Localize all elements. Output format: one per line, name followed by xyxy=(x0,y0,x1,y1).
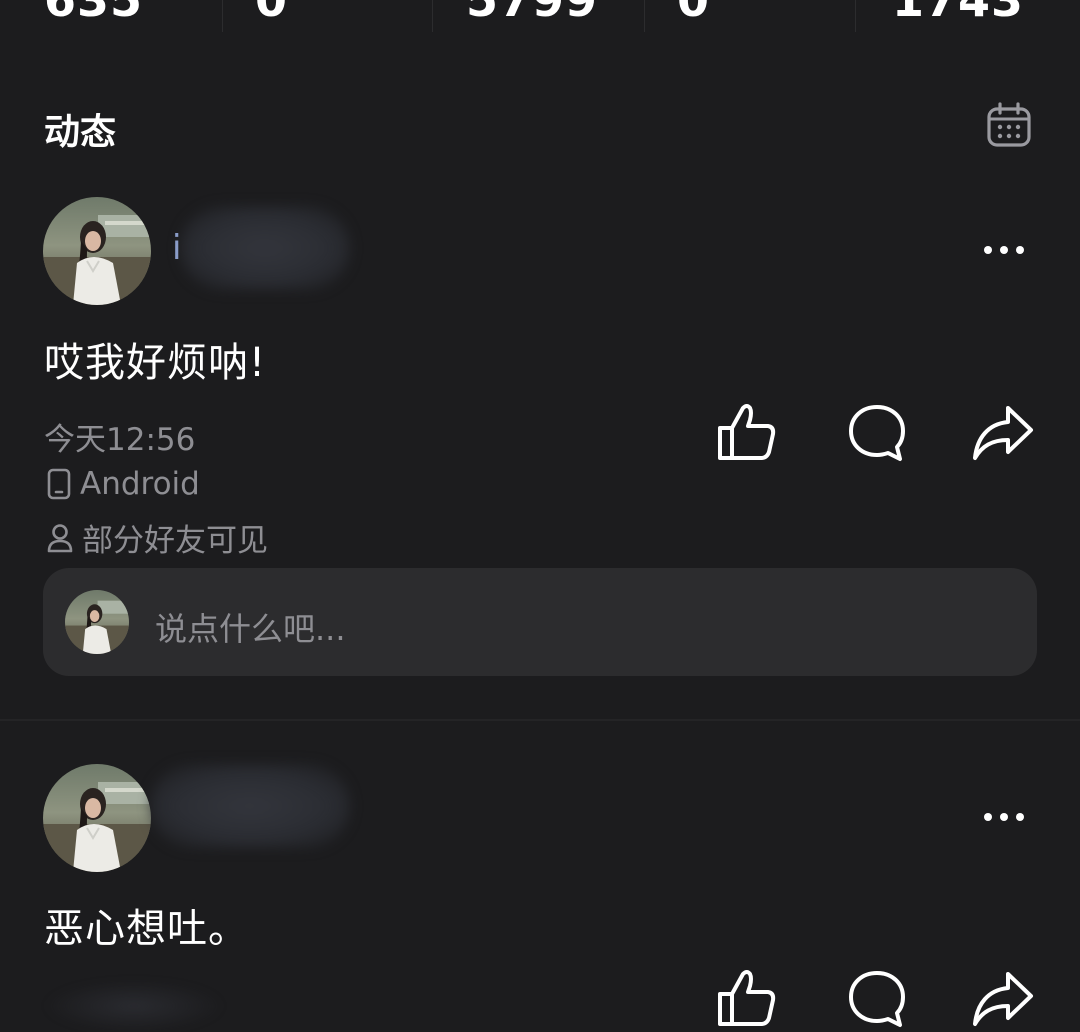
stat-value[interactable]: 0 xyxy=(677,0,710,28)
post-time-label: 今天12:56 xyxy=(44,422,196,458)
username-blurred[interactable] xyxy=(180,206,350,290)
post-device-label: Android xyxy=(80,466,200,502)
post-time: 今天12:56 xyxy=(44,414,195,459)
share-arrow-icon[interactable] xyxy=(972,402,1034,464)
comment-input[interactable]: 说点什么吧... xyxy=(43,568,1037,676)
stat-value[interactable]: 5799 xyxy=(466,0,598,28)
avatar-photo xyxy=(65,590,129,654)
person-icon xyxy=(47,523,73,552)
stat-value[interactable]: 0 xyxy=(255,0,288,28)
post-visibility-label: 部分好友可见 xyxy=(82,523,268,559)
stat-divider xyxy=(644,0,645,32)
profile-feed-screen: 635 0 5799 0 1743 动态 i 哎我好烦呐! 今天12:56 An… xyxy=(0,0,1080,1032)
thumbs-up-icon[interactable] xyxy=(716,968,778,1030)
username-initial: i xyxy=(172,228,182,268)
avatar[interactable] xyxy=(43,764,151,872)
username-blurred[interactable] xyxy=(150,764,350,848)
more-icon[interactable] xyxy=(982,244,1026,256)
stat-divider xyxy=(432,0,433,32)
phone-icon xyxy=(47,468,71,500)
post-time-blurred xyxy=(44,980,224,1032)
thumbs-up-icon[interactable] xyxy=(716,402,778,464)
avatar-photo xyxy=(43,764,151,872)
post-text: 恶心想吐。 xyxy=(44,906,249,952)
comment-bubble-icon[interactable] xyxy=(846,402,908,464)
share-arrow-icon[interactable] xyxy=(972,968,1034,1030)
post-divider xyxy=(0,719,1080,721)
avatar-small xyxy=(65,590,129,654)
stat-divider xyxy=(222,0,223,32)
stats-row: 635 0 5799 0 1743 xyxy=(0,0,1080,42)
stat-value[interactable]: 635 xyxy=(44,0,143,28)
post-device: Android xyxy=(46,466,200,502)
calendar-icon[interactable] xyxy=(986,102,1032,148)
avatar-photo xyxy=(43,197,151,305)
more-icon[interactable] xyxy=(982,811,1026,823)
stat-divider xyxy=(855,0,856,32)
section-title: 动态 xyxy=(44,112,117,153)
post-visibility[interactable]: 部分好友可见 xyxy=(46,515,268,560)
stat-value[interactable]: 1743 xyxy=(892,0,1024,28)
avatar[interactable] xyxy=(43,197,151,305)
comment-bubble-icon[interactable] xyxy=(846,968,908,1030)
post-text: 哎我好烦呐! xyxy=(44,340,267,386)
comment-placeholder: 说点什么吧... xyxy=(155,610,346,648)
